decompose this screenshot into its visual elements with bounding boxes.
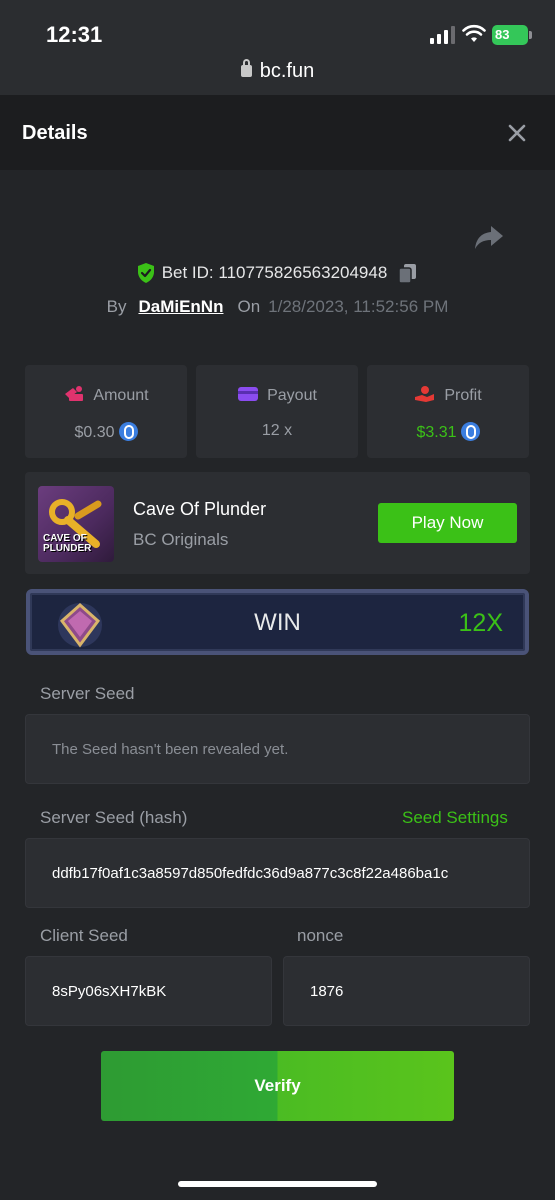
amount-icon — [65, 386, 84, 401]
thumbnail-title: CAVE OF PLUNDER — [43, 533, 92, 554]
payout-value: 12 x — [261, 422, 293, 439]
on-label: On — [237, 297, 261, 316]
page-title: Details — [22, 122, 88, 144]
payout-icon — [238, 387, 259, 401]
seed-settings-link[interactable]: Seed Settings — [402, 808, 508, 828]
share-icon[interactable] — [474, 224, 504, 250]
copy-icon[interactable] — [397, 262, 419, 284]
profit-card: Profit $3.31 — [367, 365, 529, 458]
payout-card: Payout 12 x — [196, 365, 358, 458]
lock-icon — [240, 59, 252, 77]
game-card: CAVE OF PLUNDER Cave Of Plunder BC Origin… — [25, 472, 530, 574]
status-bar: 12:31 83 bc.fun — [0, 0, 555, 95]
amount-value: $0.30 — [74, 424, 115, 441]
coin-icon — [118, 422, 138, 441]
amount-label: Amount — [93, 387, 149, 404]
nonce-label: nonce — [297, 926, 344, 945]
bet-author-row: By DaMiEnNn On 1/28/2023, 11:52:56 PM — [0, 297, 555, 317]
battery-icon: 83 — [492, 25, 532, 45]
profit-icon — [415, 386, 435, 402]
client-seed-label: Client Seed — [40, 926, 128, 945]
address-bar[interactable]: bc.fun — [0, 59, 555, 83]
profit-value: $3.31 — [416, 424, 457, 441]
bet-id-row: Bet ID: 110775826563204948 — [0, 262, 555, 284]
bet-id: Bet ID: 110775826563204948 — [161, 263, 388, 282]
nonce-field[interactable]: 1876 — [283, 956, 530, 1026]
cellular-signal-icon — [430, 26, 455, 44]
bet-datetime: 1/28/2023, 11:52:56 PM — [268, 297, 449, 316]
home-indicator[interactable] — [178, 1181, 377, 1187]
verified-shield-icon — [137, 263, 154, 283]
client-seed-field[interactable]: 8sPy06sXH7kBK — [25, 956, 272, 1026]
payout-label: Payout — [267, 387, 317, 404]
close-icon[interactable] — [505, 121, 529, 145]
status-time: 12:31 — [46, 22, 103, 47]
result-multiplier: 12X — [458, 609, 503, 637]
game-provider: BC Originals — [133, 530, 229, 549]
result-banner: WIN 12X — [26, 589, 529, 655]
amount-card: Amount $0.30 — [25, 365, 187, 458]
verify-button[interactable]: Verify — [101, 1051, 454, 1121]
profit-label: Profit — [444, 387, 482, 404]
server-seed-label: Server Seed — [40, 684, 135, 703]
coin-icon — [460, 422, 480, 441]
server-seed-field[interactable]: The Seed hasn't been revealed yet. — [25, 714, 530, 784]
game-name: Cave Of Plunder — [133, 499, 267, 519]
play-now-button[interactable]: Play Now — [378, 503, 517, 543]
server-seed-hash-field[interactable]: ddfb17f0af1c3a8597d850fedfdc36d9a877c3c8… — [25, 838, 530, 908]
game-thumbnail[interactable]: CAVE OF PLUNDER — [38, 486, 114, 562]
url-text: bc.fun — [259, 60, 315, 82]
server-seed-hash-label: Server Seed (hash) — [40, 808, 188, 827]
details-header: Details — [0, 95, 555, 170]
username-link[interactable]: DaMiEnNn — [138, 297, 223, 316]
wifi-icon — [462, 24, 486, 42]
result-label: WIN — [254, 609, 301, 636]
by-label: By — [106, 297, 127, 316]
